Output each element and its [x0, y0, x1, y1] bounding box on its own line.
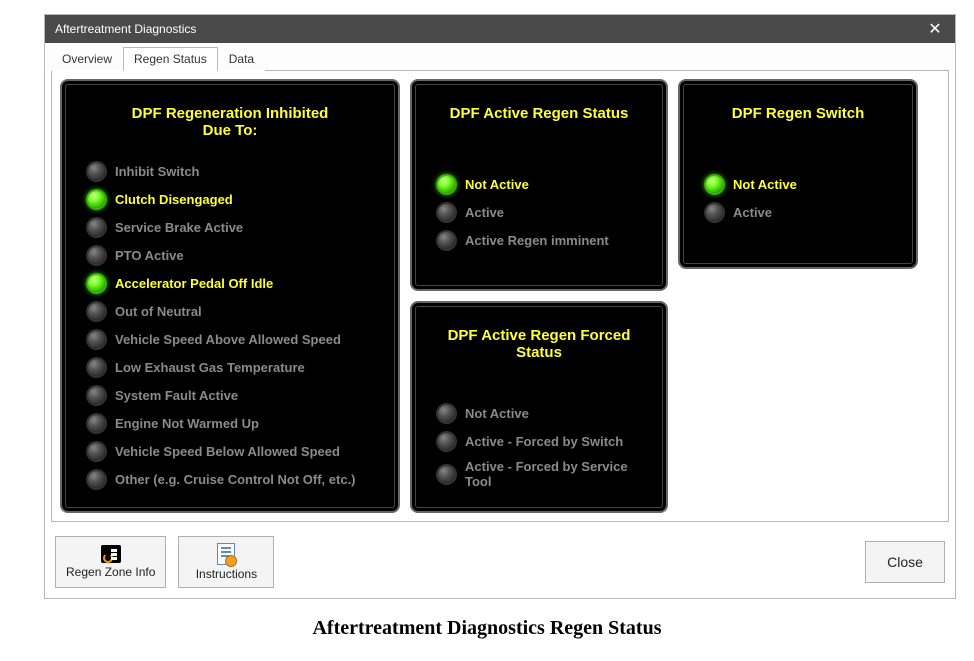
switch-status-label: Active — [733, 205, 772, 220]
tab-strip: Overview Regen Status Data — [45, 43, 955, 71]
inhibit-row: Vehicle Speed Below Allowed Speed — [80, 437, 380, 465]
switch-status-led-icon — [706, 204, 723, 221]
titlebar: Aftertreatment Diagnostics ✕ — [45, 15, 955, 43]
panel-active-regen-status: DPF Active Regen Status Not Active Active… — [410, 79, 668, 291]
close-button[interactable]: Close — [865, 541, 945, 583]
regen-zone-label: Regen Zone Info — [66, 565, 155, 579]
instructions-button[interactable]: Instructions — [178, 536, 274, 588]
inhibit-row: Vehicle Speed Above Allowed Speed — [80, 325, 380, 353]
active-status-label: Active — [465, 205, 504, 220]
panel-forced-status: DPF Active Regen Forced Status Not Activ… — [410, 301, 668, 513]
inhibit-led-icon — [88, 471, 105, 488]
tab-overview[interactable]: Overview — [51, 47, 123, 71]
active-status-list: Not Active Active Active Regen imminent — [430, 170, 648, 254]
switch-status-led-icon — [706, 176, 723, 193]
inhibit-led-icon — [88, 359, 105, 376]
panel-switch-title: DPF Regen Switch — [698, 99, 898, 140]
active-status-row: Not Active — [430, 170, 648, 198]
inhibit-label: Out of Neutral — [115, 304, 202, 319]
panel-forced-title: DPF Active Regen Forced Status — [430, 321, 648, 379]
forced-status-row: Active - Forced by Switch — [430, 427, 648, 455]
forced-status-label: Active - Forced by Service Tool — [465, 459, 644, 489]
inhibit-label: Low Exhaust Gas Temperature — [115, 360, 305, 375]
window-title: Aftertreatment Diagnostics — [55, 15, 196, 43]
inhibit-label: PTO Active — [115, 248, 184, 263]
active-status-led-icon — [438, 232, 455, 249]
inhibit-row: Engine Not Warmed Up — [80, 409, 380, 437]
aftertreatment-window: Aftertreatment Diagnostics ✕ Overview Re… — [44, 14, 956, 599]
inhibit-led-icon — [88, 191, 105, 208]
forced-status-list: Not Active Active - Forced by Switch Activ… — [430, 399, 648, 493]
inhibit-label: System Fault Active — [115, 388, 238, 403]
panel-forced-title-l1: DPF Active Regen Forced — [434, 327, 644, 344]
inhibit-list: Inhibit Switch Clutch Disengaged Service B… — [80, 157, 380, 493]
inhibit-row: Low Exhaust Gas Temperature — [80, 353, 380, 381]
inhibit-row: Out of Neutral — [80, 297, 380, 325]
inhibit-label: Service Brake Active — [115, 220, 243, 235]
active-status-row: Active — [430, 198, 648, 226]
bottom-bar: Regen Zone Info Instructions Close — [45, 528, 955, 598]
regen-zone-icon — [101, 545, 121, 563]
regen-zone-info-button[interactable]: Regen Zone Info — [55, 536, 166, 588]
forced-status-led-icon — [438, 405, 455, 422]
switch-status-label: Not Active — [733, 177, 797, 192]
inhibit-led-icon — [88, 387, 105, 404]
inhibit-row: Service Brake Active — [80, 213, 380, 241]
inhibit-label: Other (e.g. Cruise Control Not Off, etc.… — [115, 472, 356, 487]
inhibit-row: Inhibit Switch — [80, 157, 380, 185]
inhibit-led-icon — [88, 443, 105, 460]
active-status-label: Active Regen imminent — [465, 233, 609, 248]
inhibit-label: Inhibit Switch — [115, 164, 200, 179]
close-icon[interactable]: ✕ — [923, 17, 947, 41]
inhibit-row: Other (e.g. Cruise Control Not Off, etc.… — [80, 465, 380, 493]
inhibit-led-icon — [88, 415, 105, 432]
inhibit-led-icon — [88, 303, 105, 320]
inhibit-label: Clutch Disengaged — [115, 192, 233, 207]
active-status-led-icon — [438, 204, 455, 221]
forced-status-label: Not Active — [465, 406, 529, 421]
panel-inhibited-title: DPF Regeneration Inhibited Due To: — [80, 99, 380, 157]
instructions-label: Instructions — [196, 567, 257, 581]
forced-status-led-icon — [438, 466, 455, 483]
switch-status-row: Active — [698, 198, 898, 226]
panel-inhibited-title-l1: DPF Regeneration Inhibited — [84, 105, 376, 122]
tab-data[interactable]: Data — [218, 47, 265, 71]
forced-status-row: Not Active — [430, 399, 648, 427]
inhibit-label: Vehicle Speed Above Allowed Speed — [115, 332, 341, 347]
forced-status-label: Active - Forced by Switch — [465, 434, 623, 449]
tab-content: DPF Regeneration Inhibited Due To: Inhib… — [51, 70, 949, 522]
inhibit-led-icon — [88, 275, 105, 292]
active-status-label: Not Active — [465, 177, 529, 192]
inhibit-label: Accelerator Pedal Off Idle — [115, 276, 273, 291]
active-status-row: Active Regen imminent — [430, 226, 648, 254]
inhibit-row: PTO Active — [80, 241, 380, 269]
inhibit-label: Vehicle Speed Below Allowed Speed — [115, 444, 340, 459]
inhibit-row: Accelerator Pedal Off Idle — [80, 269, 380, 297]
close-button-label: Close — [887, 554, 923, 570]
forced-status-led-icon — [438, 433, 455, 450]
panel-inhibited-title-l2: Due To: — [84, 122, 376, 139]
inhibit-led-icon — [88, 247, 105, 264]
inhibit-row: Clutch Disengaged — [80, 185, 380, 213]
active-status-led-icon — [438, 176, 455, 193]
inhibit-led-icon — [88, 331, 105, 348]
inhibit-led-icon — [88, 219, 105, 236]
tab-regen-status[interactable]: Regen Status — [123, 47, 218, 71]
panel-active-title: DPF Active Regen Status — [430, 99, 648, 140]
inhibit-led-icon — [88, 163, 105, 180]
panel-dpf-inhibited: DPF Regeneration Inhibited Due To: Inhib… — [60, 79, 400, 513]
panel-forced-title-l2: Status — [434, 344, 644, 361]
panel-regen-switch: DPF Regen Switch Not Active Active — [678, 79, 918, 269]
instructions-icon — [217, 543, 235, 565]
forced-status-row: Active - Forced by Service Tool — [430, 455, 648, 493]
inhibit-label: Engine Not Warmed Up — [115, 416, 259, 431]
figure-caption: Aftertreatment Diagnostics Regen Status — [0, 609, 974, 654]
switch-status-list: Not Active Active — [698, 170, 898, 226]
inhibit-row: System Fault Active — [80, 381, 380, 409]
switch-status-row: Not Active — [698, 170, 898, 198]
